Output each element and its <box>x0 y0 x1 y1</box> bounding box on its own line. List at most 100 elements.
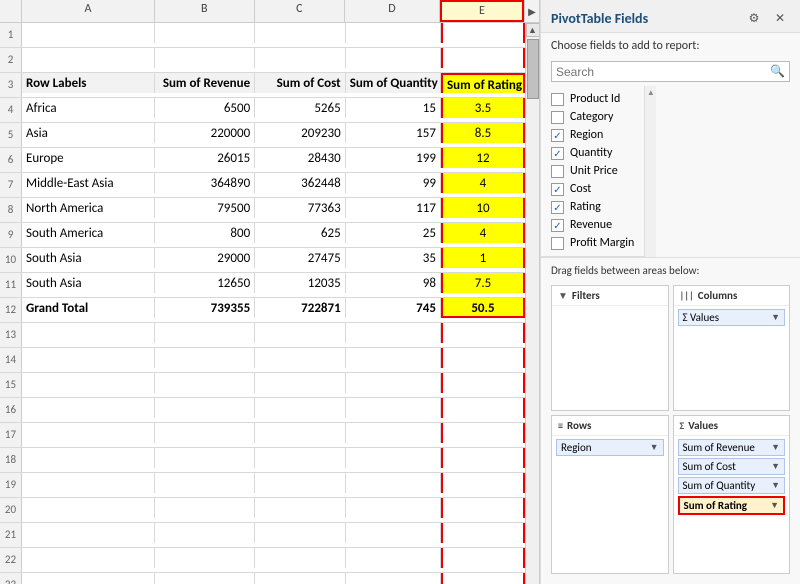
table-row: 6 Europe 26015 28430 199 12 <box>0 148 525 173</box>
rows-item-region[interactable]: Region ▼ <box>556 439 664 456</box>
table-row: 14 <box>0 348 525 373</box>
field-checkbox[interactable] <box>551 111 564 124</box>
table-row: 17 <box>0 423 525 448</box>
pivot-settings-icon[interactable]: ⚙ <box>744 8 764 28</box>
fields-list: Product Id Category ✓ Region ✓ Quantity Unit P… <box>541 86 644 257</box>
search-box[interactable]: 🔍 <box>551 61 790 82</box>
field-checkbox[interactable] <box>551 237 564 250</box>
scroll-thumb[interactable] <box>527 39 539 99</box>
area-rows-title: ≡ Rows <box>552 416 668 436</box>
chevron-down-icon: ▼ <box>771 480 780 491</box>
field-item[interactable]: Unit Price <box>551 162 634 180</box>
col-header-a[interactable]: A <box>22 0 155 22</box>
rows-icon: ≡ <box>558 419 563 432</box>
table-row: 13 <box>0 323 525 348</box>
area-rows-content: Region ▼ <box>552 436 668 459</box>
table-row: 16 <box>0 398 525 423</box>
column-headers: A B C D E ▶ <box>0 0 539 23</box>
table-row: 1 <box>0 23 525 48</box>
pivot-close-icon[interactable]: ✕ <box>770 8 790 28</box>
vertical-scrollbar[interactable]: ▲ <box>525 23 539 584</box>
pivot-table-panel: PivotTable Fields ⚙ ✕ Choose fields to a… <box>540 0 800 584</box>
field-checkbox[interactable]: ✓ <box>551 129 564 142</box>
chevron-down-icon: ▼ <box>771 442 780 453</box>
area-values: Σ Values Sum of Revenue▼Sum of Cost▼Sum … <box>673 415 791 575</box>
area-values-content: Sum of Revenue▼ Sum of Cost▼ Sum of Quanti… <box>674 436 790 518</box>
table-row: 18 <box>0 448 525 473</box>
table-row: 21 <box>0 523 525 548</box>
pivot-panel-header: PivotTable Fields ⚙ ✕ <box>541 0 800 33</box>
field-label: Unit Price <box>570 164 618 178</box>
values-item[interactable]: Sum of Revenue▼ <box>678 439 786 456</box>
spreadsheet: A B C D E ▶ 1 2 <box>0 0 540 584</box>
field-item[interactable]: ✓ Quantity <box>551 144 634 162</box>
columns-item-values[interactable]: Σ Values ▼ <box>678 309 786 326</box>
field-checkbox[interactable]: ✓ <box>551 219 564 232</box>
table-row: 20 <box>0 498 525 523</box>
field-item[interactable]: Category <box>551 108 634 126</box>
table-area: 1 2 3 Row Labels Sum of Revenue Su <box>0 23 525 584</box>
field-label: Cost <box>570 182 591 196</box>
area-filters-content <box>552 306 668 312</box>
table-row: 11 South Asia 12650 12035 98 7.5 <box>0 273 525 298</box>
table-row: 15 <box>0 373 525 398</box>
pivot-header-icons: ⚙ ✕ <box>744 8 790 28</box>
field-item[interactable]: Product Id <box>551 90 634 108</box>
table-row: 10 South Asia 29000 27475 35 1 <box>0 248 525 273</box>
table-row: 2 <box>0 48 525 73</box>
table-row: 19 <box>0 473 525 498</box>
field-checkbox[interactable]: ✓ <box>551 183 564 196</box>
scroll-up-arrow[interactable]: ▲ <box>526 23 540 37</box>
fields-scroll-up: ▲ <box>647 88 655 98</box>
search-icon: 🔍 <box>770 64 785 79</box>
field-label: Quantity <box>570 146 612 160</box>
field-checkbox[interactable] <box>551 93 564 106</box>
drag-instruction: Drag fields between areas below: <box>541 258 800 281</box>
col-header-e[interactable]: E <box>440 0 524 22</box>
grand-total-row: 12 Grand Total 739355 722871 745 50.5 <box>0 298 525 323</box>
area-columns-title: ||| Columns <box>674 286 790 306</box>
table-row: 9 South America 800 625 25 4 <box>0 223 525 248</box>
filter-icon: ▼ <box>558 289 568 302</box>
field-label: Revenue <box>570 218 612 232</box>
fields-scrollbar[interactable]: ▲ <box>644 86 656 257</box>
pivot-header-row: 3 Row Labels Sum of Revenue Sum of Cost … <box>0 73 525 98</box>
field-checkbox[interactable] <box>551 165 564 178</box>
chevron-down-icon: ▼ <box>771 461 780 472</box>
field-label: Product Id <box>570 92 620 106</box>
sigma-icon: Σ <box>680 419 685 432</box>
scroll-right-btn[interactable]: ▶ <box>524 0 539 22</box>
field-checkbox[interactable]: ✓ <box>551 147 564 160</box>
field-item[interactable]: Profit Margin <box>551 234 634 252</box>
area-rows: ≡ Rows Region ▼ <box>551 415 669 575</box>
field-checkbox[interactable]: ✓ <box>551 201 564 214</box>
columns-icon: ||| <box>680 289 694 302</box>
table-row: 22 <box>0 548 525 573</box>
col-header-c[interactable]: C <box>255 0 345 22</box>
table-row: 7 Middle-East Asia 364890 362448 99 4 <box>0 173 525 198</box>
area-columns: ||| Columns Σ Values ▼ <box>673 285 791 411</box>
values-item[interactable]: Sum of Rating▼ <box>678 496 786 515</box>
col-header-b[interactable]: B <box>155 0 255 22</box>
chevron-down-icon: ▼ <box>771 312 780 323</box>
field-label: Category <box>570 110 613 124</box>
area-values-title: Σ Values <box>674 416 790 436</box>
field-item[interactable]: ✓ Cost <box>551 180 634 198</box>
col-header-d[interactable]: D <box>345 0 440 22</box>
field-item[interactable]: ✓ Revenue <box>551 216 634 234</box>
field-label: Region <box>570 128 603 142</box>
table-row: 23 <box>0 573 525 584</box>
chevron-down-icon: ▼ <box>770 500 779 511</box>
field-item[interactable]: ✓ Rating <box>551 198 634 216</box>
fields-list-container: Product Id Category ✓ Region ✓ Quantity Unit P… <box>541 86 800 258</box>
table-row: 8 North America 79500 77363 117 10 <box>0 198 525 223</box>
pivot-panel-title: PivotTable Fields <box>551 10 648 27</box>
field-label: Rating <box>570 200 601 214</box>
search-input[interactable] <box>556 65 770 79</box>
table-row: 4 Africa 6500 5265 15 3.5 <box>0 98 525 123</box>
values-item[interactable]: Sum of Cost▼ <box>678 458 786 475</box>
values-item[interactable]: Sum of Quantity▼ <box>678 477 786 494</box>
chevron-down-icon: ▼ <box>650 442 659 453</box>
field-item[interactable]: ✓ Region <box>551 126 634 144</box>
areas-grid: ▼ Filters ||| Columns Σ Values ▼ ≡ Rows <box>541 281 800 578</box>
